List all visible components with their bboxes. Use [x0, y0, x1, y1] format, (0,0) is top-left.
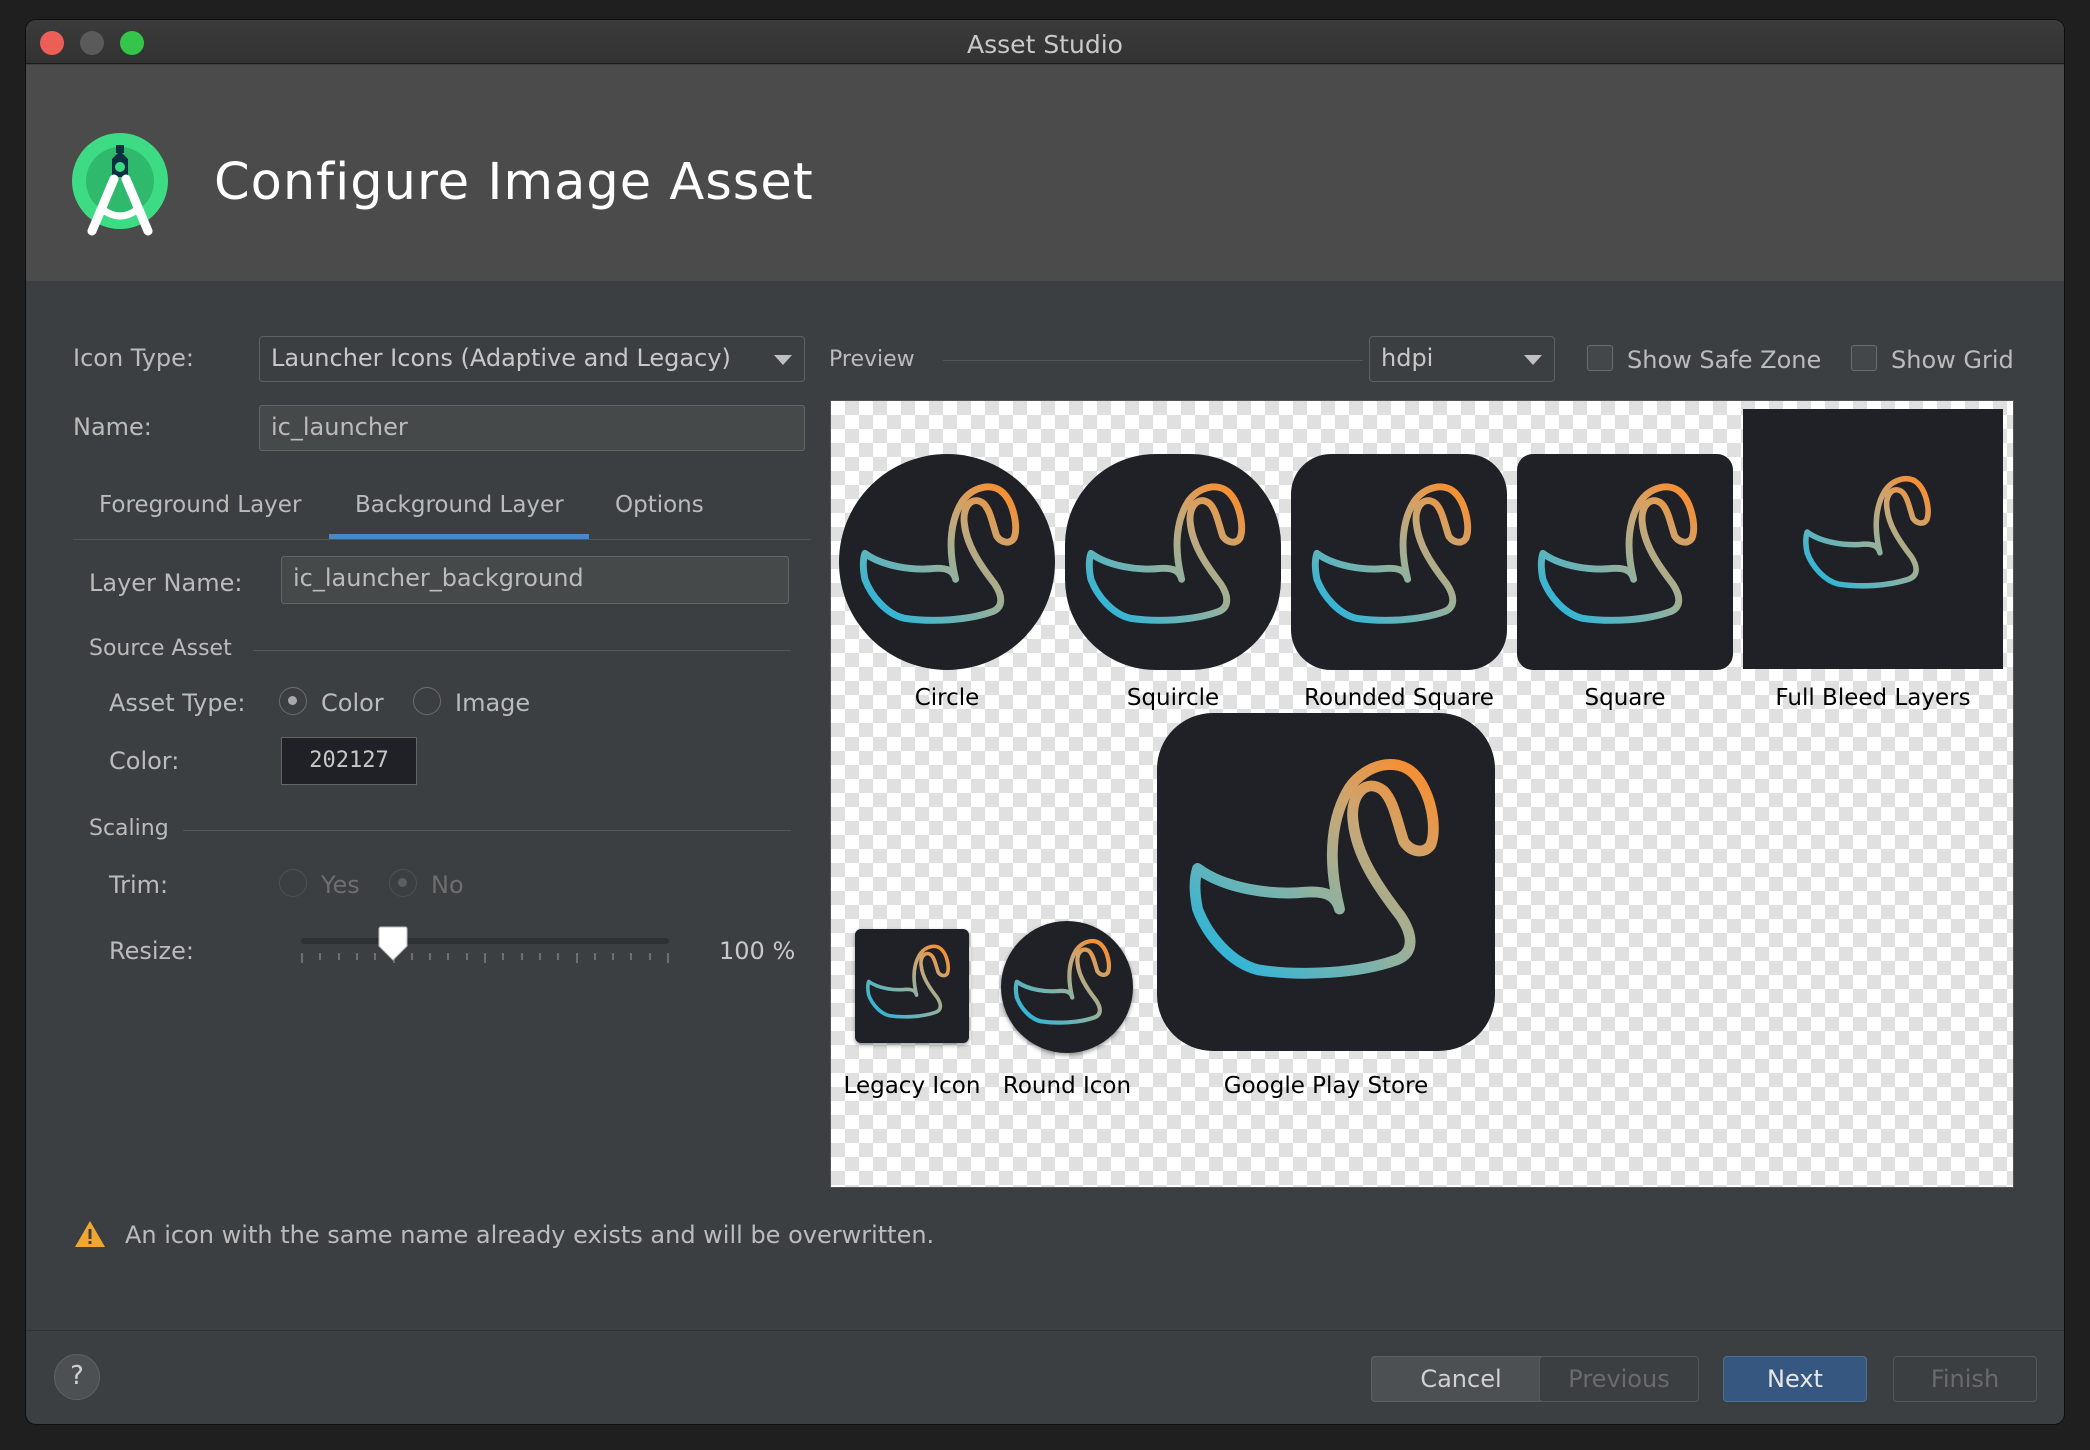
resize-slider-ticks — [301, 953, 669, 963]
preview-square-label: Square — [1584, 685, 1666, 711]
preview-squircle-label: Squircle — [1126, 685, 1220, 711]
show-grid-label: Show Grid — [1891, 346, 2014, 374]
resize-value: 100 % — [719, 937, 796, 965]
slider-tick — [374, 953, 376, 960]
trim-no-label: No — [431, 871, 464, 899]
trim-no-radio[interactable] — [389, 869, 417, 897]
preview-round-icon — [1001, 921, 1133, 1053]
preview-divider — [943, 360, 1363, 361]
warning-icon — [75, 1221, 105, 1247]
name-field[interactable]: ic_launcher — [259, 405, 805, 451]
name-label: Name: — [73, 413, 152, 441]
color-swatch-field[interactable]: 202127 — [281, 737, 417, 785]
tab-options[interactable]: Options — [615, 492, 704, 518]
preview-rounded-square-label: Rounded Square — [1304, 685, 1494, 711]
trim-yes-radio[interactable] — [279, 869, 307, 897]
asset-type-color-radio[interactable] — [279, 687, 307, 715]
preview-full-bleed-label: Full Bleed Layers — [1775, 685, 1971, 711]
resize-slider-track[interactable] — [301, 938, 669, 944]
preview-play-store-label: Google Play Store — [1223, 1073, 1429, 1099]
wizard-header: Configure Image Asset — [26, 65, 2064, 281]
android-studio-logo-icon — [72, 133, 168, 236]
show-safe-zone-checkbox[interactable] — [1587, 345, 1613, 371]
asset-type-color-label: Color — [321, 689, 384, 717]
slider-tick — [356, 953, 358, 960]
slider-tick — [521, 953, 523, 960]
slider-tick — [447, 953, 449, 960]
preview-round-label: Round Icon — [1002, 1073, 1132, 1099]
preview-squircle-icon — [1065, 454, 1281, 670]
next-button[interactable]: Next — [1723, 1356, 1867, 1402]
density-value: hdpi — [1381, 344, 1434, 372]
tab-background-layer[interactable]: Background Layer — [355, 492, 564, 518]
icon-type-dropdown[interactable]: Launcher Icons (Adaptive and Legacy) — [259, 336, 805, 382]
asset-type-image-label: Image — [455, 689, 531, 717]
slider-tick — [576, 953, 578, 963]
tab-foreground-layer[interactable]: Foreground Layer — [99, 492, 301, 518]
chevron-down-icon — [1524, 355, 1542, 365]
resize-label: Resize: — [109, 937, 194, 965]
slider-tick — [466, 953, 468, 960]
preview-legacy-icon — [855, 929, 969, 1043]
scaling-divider — [183, 830, 791, 831]
slider-tick — [301, 953, 303, 963]
source-asset-divider — [253, 650, 791, 651]
slider-tick — [612, 953, 614, 960]
density-dropdown[interactable]: hdpi — [1369, 336, 1555, 382]
slider-tick — [667, 953, 669, 963]
help-button[interactable]: ? — [54, 1354, 100, 1400]
slider-tick — [484, 953, 486, 963]
preview-square-icon — [1517, 454, 1733, 670]
page-title: Configure Image Asset — [214, 153, 814, 212]
preview-circle-icon — [839, 454, 1055, 670]
slider-tick — [502, 953, 504, 960]
asset-type-image-radio[interactable] — [413, 687, 441, 715]
preview-legacy-label: Legacy Icon — [843, 1073, 981, 1099]
scaling-heading: Scaling — [89, 816, 169, 841]
layer-name-label: Layer Name: — [89, 569, 243, 597]
slider-tick — [557, 953, 559, 960]
preview-full-bleed-icon — [1743, 409, 2003, 669]
icon-type-label: Icon Type: — [73, 344, 195, 372]
asset-studio-window: Asset Studio Configure Image Asset Icon … — [26, 20, 2064, 1424]
preview-circle-label: Circle — [914, 685, 980, 711]
slider-tick — [649, 953, 651, 960]
show-grid-checkbox[interactable] — [1851, 345, 1877, 371]
tab-divider — [73, 539, 811, 540]
preview-canvas: Circle Squircle Rounded Square Square Fu… — [830, 400, 2014, 1188]
slider-tick — [411, 953, 413, 960]
previous-button[interactable]: Previous — [1539, 1356, 1699, 1402]
trim-label: Trim: — [109, 871, 169, 899]
chevron-down-icon — [774, 355, 792, 365]
source-asset-heading: Source Asset — [89, 636, 232, 661]
slider-tick — [594, 953, 596, 960]
layer-name-field[interactable]: ic_launcher_background — [281, 556, 789, 604]
title-bar: Asset Studio — [26, 20, 2064, 64]
icon-type-value: Launcher Icons (Adaptive and Legacy) — [271, 344, 731, 372]
slider-tick — [338, 953, 340, 960]
slider-tick — [429, 953, 431, 960]
trim-yes-label: Yes — [321, 871, 360, 899]
color-label: Color: — [109, 747, 180, 775]
window-title: Asset Studio — [967, 30, 1123, 59]
asset-type-label: Asset Type: — [109, 689, 246, 717]
slider-tick — [539, 953, 541, 960]
resize-slider-thumb[interactable] — [377, 926, 409, 962]
cancel-button[interactable]: Cancel — [1371, 1356, 1551, 1402]
finish-button[interactable]: Finish — [1893, 1356, 2037, 1402]
preview-label: Preview — [829, 347, 915, 372]
show-safe-zone-label: Show Safe Zone — [1627, 346, 1822, 374]
warning-message: An icon with the same name already exist… — [125, 1221, 935, 1249]
slider-tick — [630, 953, 632, 960]
footer-divider — [26, 1330, 2064, 1331]
preview-play-store-icon — [1157, 713, 1495, 1051]
preview-rounded-square-icon — [1291, 454, 1507, 670]
slider-tick — [319, 953, 321, 960]
